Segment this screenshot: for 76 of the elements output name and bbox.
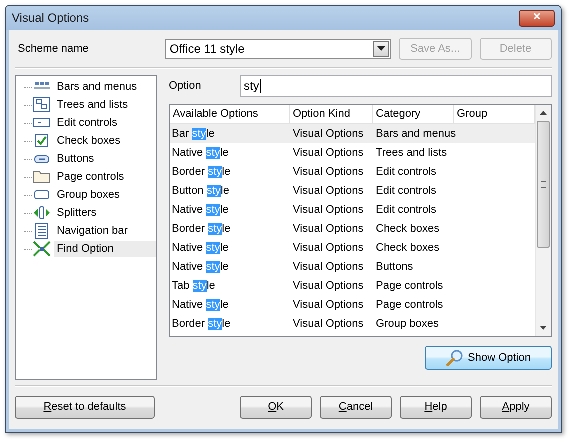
table-cell-text: Visual Options xyxy=(292,280,365,292)
table-cell-text: Bars and menus xyxy=(375,128,454,140)
table-row[interactable]: Border style Visual Options Check boxes xyxy=(170,219,535,238)
tree-item-icon xyxy=(33,169,51,185)
table-row[interactable]: Border style Visual Options Group boxes xyxy=(170,314,535,333)
column-header[interactable]: Available Options xyxy=(170,105,290,123)
scroll-up-icon[interactable] xyxy=(540,111,547,115)
reset-button[interactable]: Reset to defaults xyxy=(15,396,156,418)
table-cell-text: Group boxes xyxy=(375,318,440,330)
table-row[interactable]: Native style Visual Options Check boxes xyxy=(170,238,535,257)
tree-item-icon xyxy=(33,223,51,239)
option-field[interactable]: sty xyxy=(240,74,552,96)
table-cell-text: Button style xyxy=(171,184,230,196)
table-row[interactable]: Native style Visual Options Edit controls xyxy=(170,200,535,219)
table-cell-text: Native style xyxy=(171,242,230,254)
table-cell-text: Page controls xyxy=(375,280,444,292)
tree-item-icon xyxy=(33,133,51,149)
tree-item[interactable]: Group boxes xyxy=(54,187,156,203)
table-cell-text: Check boxes xyxy=(375,222,441,234)
show-option-button[interactable]: Show Option xyxy=(425,346,552,370)
magnifier-icon xyxy=(446,349,464,367)
table-cell-text: Visual Options xyxy=(292,222,365,234)
table-cell-text: Visual Options xyxy=(292,128,365,140)
tree-item[interactable]: Bars and menus xyxy=(54,79,156,95)
column-header[interactable]: Option Kind xyxy=(290,105,373,123)
tree-item[interactable]: Buttons xyxy=(54,151,156,167)
table-cell-text: Native style xyxy=(171,298,230,310)
tree-item[interactable]: Check boxes xyxy=(54,133,156,149)
table-cell-text: Page controls xyxy=(375,298,444,310)
scheme-dropdown[interactable]: Office 11 style xyxy=(164,38,392,58)
table-cell-text: Visual Options xyxy=(292,204,365,216)
table-cell-text: Native style xyxy=(171,260,230,272)
scrollbar[interactable] xyxy=(535,105,551,336)
column-header[interactable]: Category xyxy=(373,105,454,123)
table-cell-text: Native style xyxy=(171,204,230,216)
tree-item[interactable]: Page controls xyxy=(54,169,156,185)
table-cell-text: Edit controls xyxy=(375,184,438,196)
dialog-button[interactable]: Cancel xyxy=(320,396,392,418)
dialog-button[interactable]: Help xyxy=(400,396,472,418)
table-cell-text: Buttons xyxy=(375,260,414,272)
table-row[interactable]: Native style Visual Options Trees and lists xyxy=(170,143,535,162)
table-cell-text: Border style xyxy=(171,222,232,234)
table-cell-text: Native style xyxy=(171,146,230,158)
table-row[interactable]: Border style Visual Options Edit controls xyxy=(170,162,535,181)
tree-item[interactable]: Navigation bar xyxy=(54,223,156,239)
dialog-button[interactable]: OK xyxy=(240,396,312,418)
table-cell-text: Visual Options xyxy=(292,298,365,310)
table-cell-text: Edit controls xyxy=(375,204,438,216)
table-cell-text: Trees and lists xyxy=(375,146,448,158)
table-cell-text: Visual Options xyxy=(292,166,365,178)
tree-item[interactable]: Trees and lists xyxy=(54,97,156,113)
option-label: Option xyxy=(169,80,202,92)
table-cell-text: Visual Options xyxy=(292,184,365,196)
table-cell-text: Border style xyxy=(171,166,232,178)
table-row[interactable]: Native style Visual Options Page controls xyxy=(170,295,535,314)
tree-item[interactable]: Find Option xyxy=(54,241,156,257)
table-row[interactable]: Button style Visual Options Edit controls xyxy=(170,181,535,200)
tree-item-icon xyxy=(33,205,51,221)
table-cell-text: Visual Options xyxy=(292,260,365,272)
tree-item-icon xyxy=(33,241,51,257)
table-cell-text: Tab style xyxy=(171,280,216,292)
table-cell-text: Visual Options xyxy=(292,146,365,158)
table-cell-text: Check boxes xyxy=(375,242,441,254)
table-cell-text: Border style xyxy=(171,318,232,330)
scheme-label: Scheme name xyxy=(17,42,90,54)
table-cell-text: Visual Options xyxy=(292,242,365,254)
tree-item[interactable]: Edit controls xyxy=(54,115,156,131)
window-title: Visual Options xyxy=(12,11,90,25)
table-row[interactable]: Tab style Visual Options Page controls xyxy=(170,276,535,295)
table-cell-text: Visual Options xyxy=(292,318,365,330)
dialog-button[interactable]: Apply xyxy=(480,396,552,418)
tree-item[interactable]: Splitters xyxy=(54,205,156,221)
tree-item-icon xyxy=(33,97,51,113)
table-cell-text: Edit controls xyxy=(375,166,438,178)
scroll-down-icon[interactable] xyxy=(540,326,547,330)
table-row[interactable]: Native style Visual Options Buttons xyxy=(170,257,535,276)
